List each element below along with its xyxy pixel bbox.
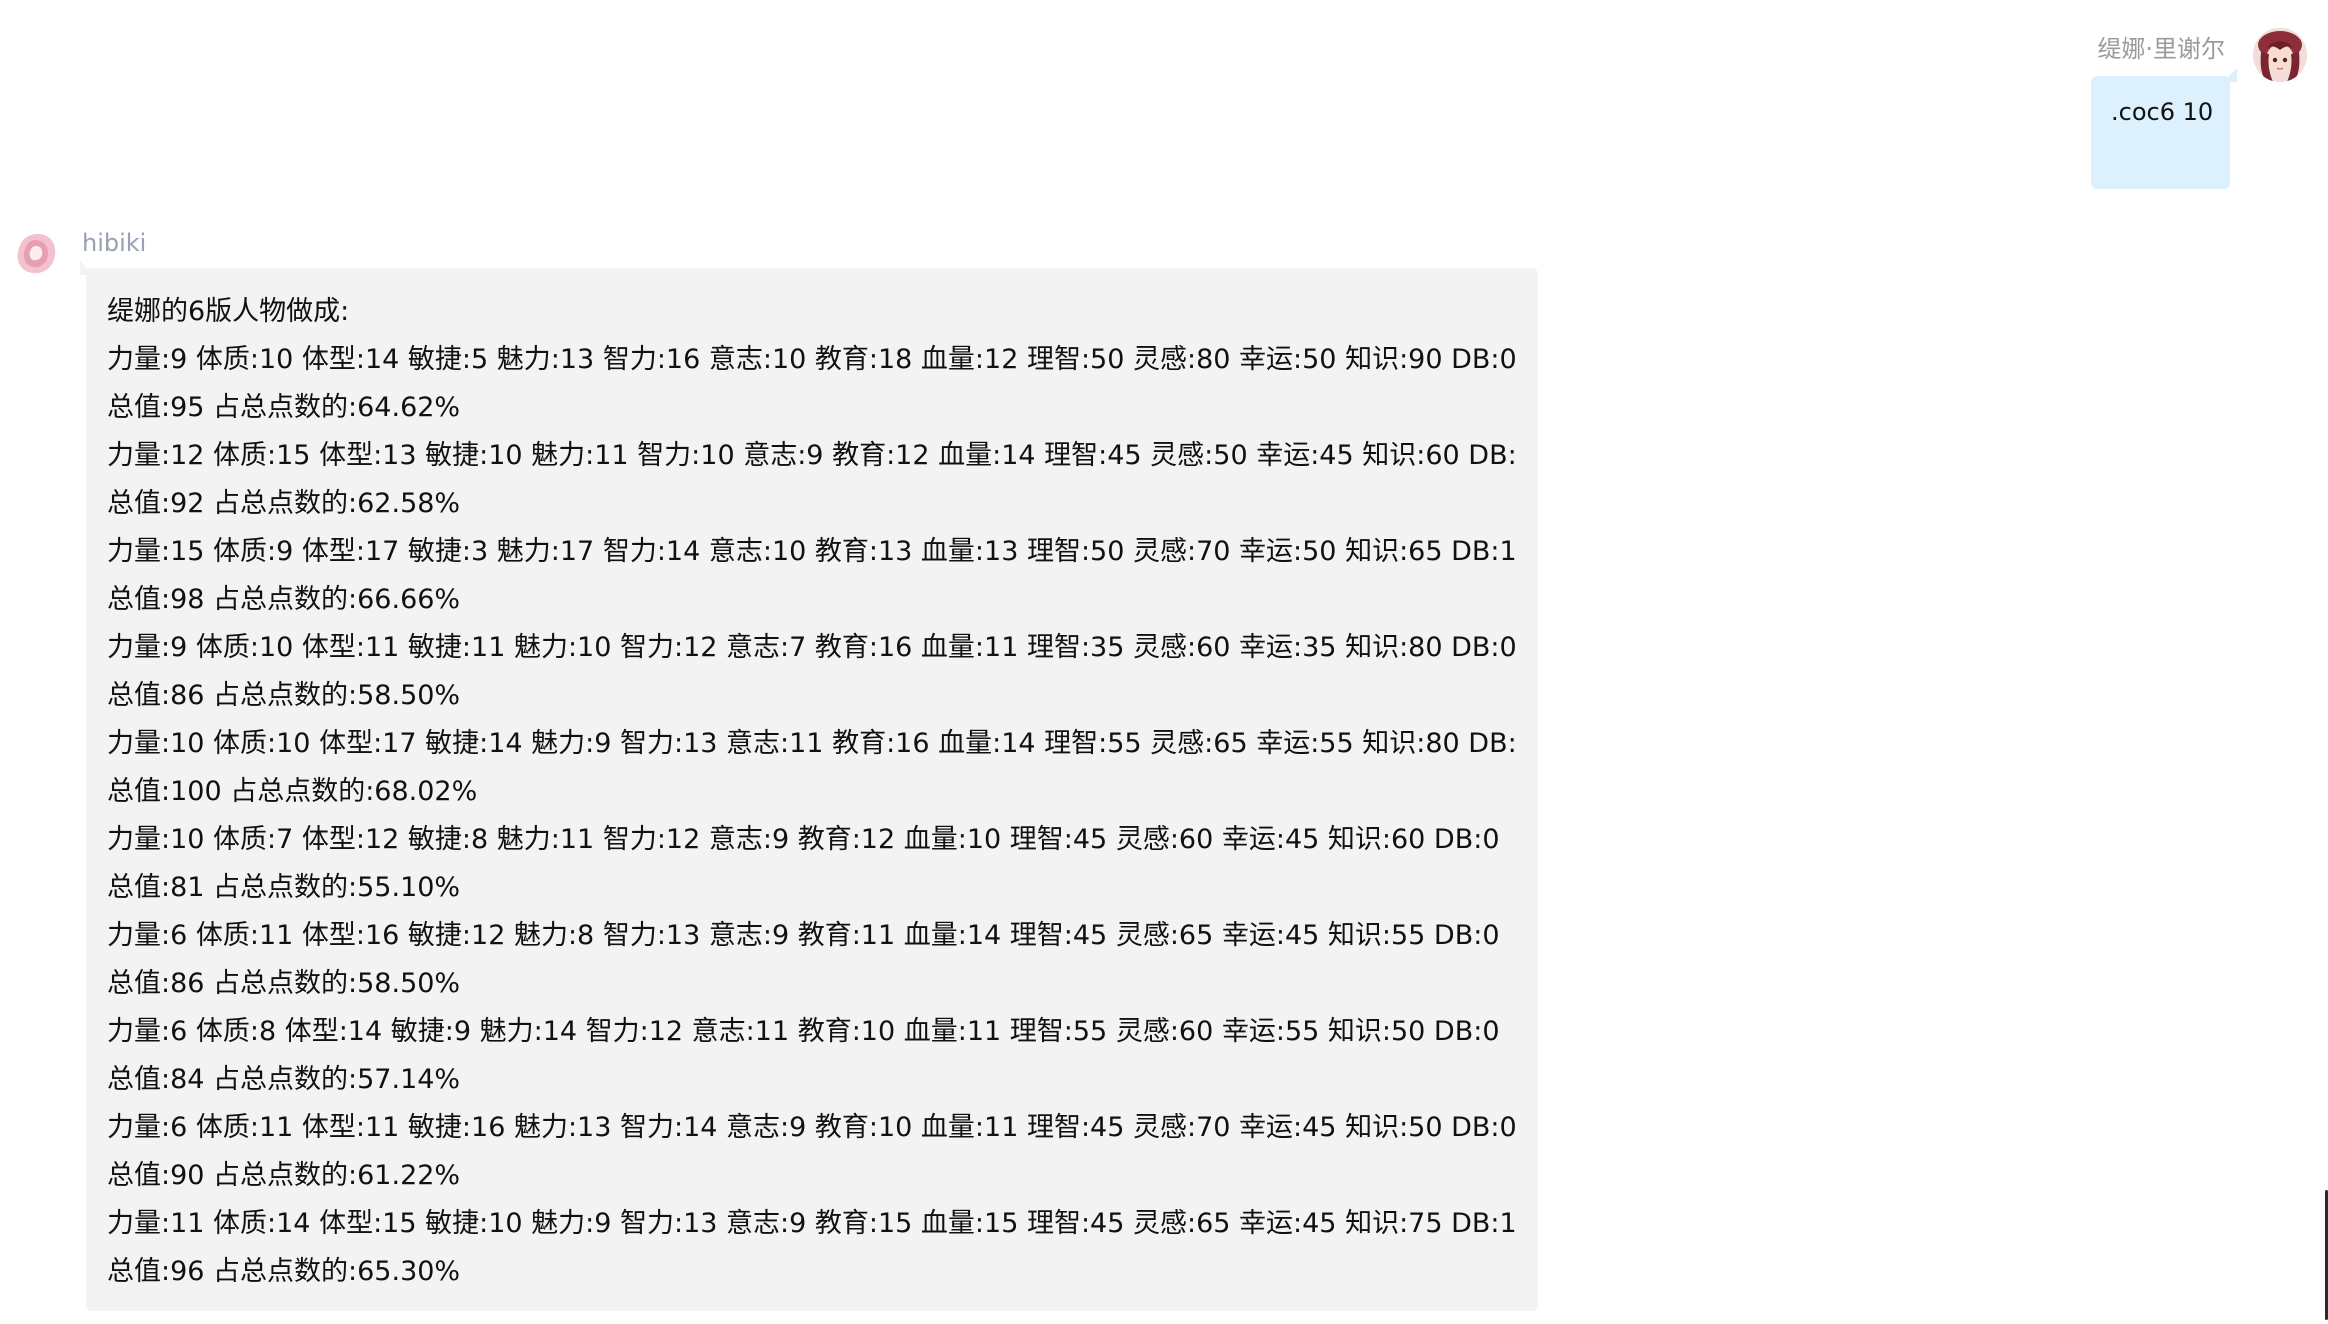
message-line: 总值:96 占总点数的:65.30% (107, 1256, 461, 1287)
message-line: 力量:10 体质:10 体型:17 敏捷:14 魅力:9 智力:13 意志:11… (107, 728, 1518, 759)
message-line: 力量:9 体质:10 体型:14 敏捷:5 魅力:13 智力:16 意志:10 … (107, 344, 1517, 375)
message-line: 总值:100 占总点数的:68.02% (107, 776, 478, 807)
message-line: 总值:98 占总点数的:66.66% (107, 584, 461, 615)
message-line: 力量:15 体质:9 体型:17 敏捷:3 魅力:17 智力:14 意志:10 … (107, 536, 1518, 567)
message-line: 力量:10 体质:7 体型:12 敏捷:8 魅力:11 智力:12 意志:9 教… (107, 824, 1500, 855)
message-line: 总值:84 占总点数的:57.14% (107, 1064, 461, 1095)
message-line: 总值:81 占总点数的:55.10% (107, 872, 461, 903)
message-bubble-outgoing[interactable]: .coc6 10 (2091, 76, 2230, 189)
message-line: 力量:6 体质:11 体型:16 敏捷:12 魅力:8 智力:13 意志:9 教… (107, 920, 1500, 951)
message-line: 力量:6 体质:11 体型:11 敏捷:16 魅力:13 智力:14 意志:9 … (107, 1112, 1517, 1143)
sender-name-outgoing: 缇娜·里谢尔 (2097, 35, 2225, 63)
message-line: 力量:9 体质:10 体型:11 敏捷:11 魅力:10 智力:12 意志:7 … (107, 632, 1517, 663)
message-line: 力量:6 体质:8 体型:14 敏捷:9 魅力:14 智力:12 意志:11 教… (107, 1016, 1500, 1047)
message-line: 力量:11 体质:14 体型:15 敏捷:10 魅力:9 智力:13 意志:9 … (107, 1208, 1518, 1239)
message-bubble-incoming[interactable]: 缇娜的6版人物做成: 力量:9 体质:10 体型:14 敏捷:5 魅力:13 智… (80, 261, 1538, 1311)
message-line: 总值:86 占总点数的:58.50% (107, 968, 461, 999)
message-line: 总值:92 占总点数的:62.58% (107, 488, 461, 519)
anime-girl-avatar-icon[interactable] (2253, 28, 2307, 82)
sender-name-incoming: hibiki (82, 229, 147, 257)
message-line: 总值:86 占总点数的:58.50% (107, 680, 461, 711)
message-line: 力量:12 体质:15 体型:13 敏捷:10 魅力:11 智力:10 意志:9… (107, 440, 1518, 471)
pink-blob-avatar-icon[interactable] (11, 228, 61, 278)
message-line: 总值:95 占总点数的:64.62% (107, 392, 461, 423)
message-line: 缇娜的6版人物做成: (107, 296, 350, 327)
message-text-outgoing: .coc6 10 (2111, 98, 2214, 126)
message-line: 总值:90 占总点数的:61.22% (107, 1160, 461, 1191)
